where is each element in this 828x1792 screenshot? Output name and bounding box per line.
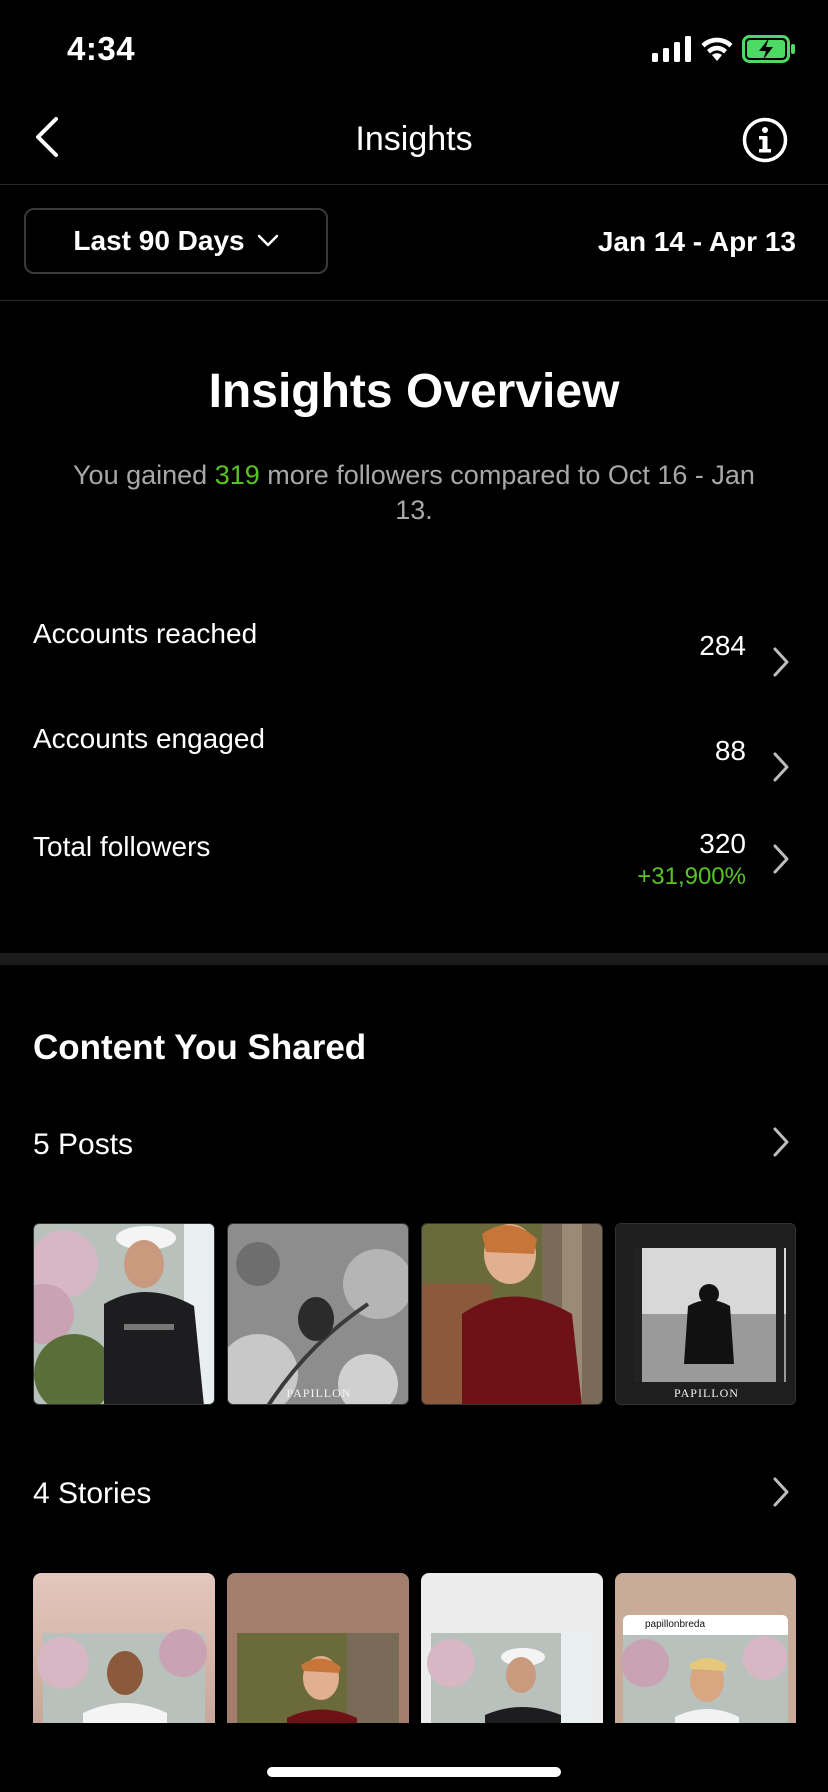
date-range-dropdown[interactable]: Last 90 Days <box>24 208 328 274</box>
chevron-right-icon <box>773 647 789 677</box>
battery-charging-icon <box>742 35 795 63</box>
date-range-text: Jan 14 - Apr 13 <box>597 226 796 257</box>
post-caption: PAPILLON <box>674 1386 739 1400</box>
post-thumbnail[interactable] <box>33 1223 215 1405</box>
post-photo-image <box>228 1224 408 1404</box>
story-thumbnail[interactable] <box>421 1573 603 1723</box>
range-divider <box>0 300 828 301</box>
home-indicator <box>267 1767 561 1777</box>
content-section-title: Content You Shared <box>33 1028 367 1067</box>
followers-gained-count: 319 <box>214 460 260 490</box>
metric-value: 88 <box>714 735 746 766</box>
overview-summary-suffix: more followers compared to Oct 16 - Jan … <box>259 460 755 525</box>
chevron-right-icon <box>773 752 789 782</box>
chevron-down-icon <box>257 234 278 247</box>
post-photo-image <box>422 1224 602 1404</box>
chevron-right-icon <box>773 1477 789 1507</box>
header-divider <box>0 184 828 185</box>
section-separator <box>0 953 828 965</box>
metric-value: 284 <box>699 630 746 661</box>
story-photo-image <box>421 1573 603 1723</box>
story-thumbnail[interactable] <box>33 1573 215 1723</box>
metric-label: Total followers <box>33 831 211 862</box>
chevron-right-icon <box>773 1127 789 1157</box>
metric-label: Accounts reached <box>33 618 258 649</box>
wifi-icon <box>701 37 733 61</box>
post-thumbnail[interactable] <box>421 1223 603 1405</box>
story-thumbnail[interactable]: papillonbreda <box>615 1573 796 1723</box>
post-thumbnail[interactable]: PAPILLON <box>227 1223 409 1405</box>
status-time: 4:34 <box>67 30 136 67</box>
post-photo-image <box>616 1224 795 1404</box>
story-photo-image <box>615 1573 796 1723</box>
story-photo-image <box>33 1573 215 1723</box>
metric-label: Accounts engaged <box>33 723 265 754</box>
stories-count-label: 4 Stories <box>33 1477 152 1510</box>
cellular-signal-icon <box>652 36 691 62</box>
posts-count-label: 5 Posts <box>33 1128 134 1161</box>
date-range-dropdown-label: Last 90 Days <box>73 225 245 256</box>
metric-delta: +31,900% <box>637 863 746 890</box>
info-icon[interactable] <box>742 117 788 163</box>
story-photo-image <box>227 1573 409 1723</box>
overview-summary-prefix: You gained <box>73 460 215 490</box>
overview-summary: You gained 319 more followers compared t… <box>60 458 768 528</box>
chevron-right-icon <box>773 844 789 874</box>
overview-title: Insights Overview <box>208 365 620 418</box>
post-thumbnail[interactable]: PAPILLON <box>615 1223 796 1405</box>
story-thumbnail[interactable] <box>227 1573 409 1723</box>
post-caption: PAPILLON <box>286 1386 352 1400</box>
page-title: Insights <box>355 120 473 158</box>
story-caption: papillonbreda <box>645 1619 706 1630</box>
metric-value: 320 <box>699 828 746 859</box>
post-photo-image <box>34 1224 214 1404</box>
